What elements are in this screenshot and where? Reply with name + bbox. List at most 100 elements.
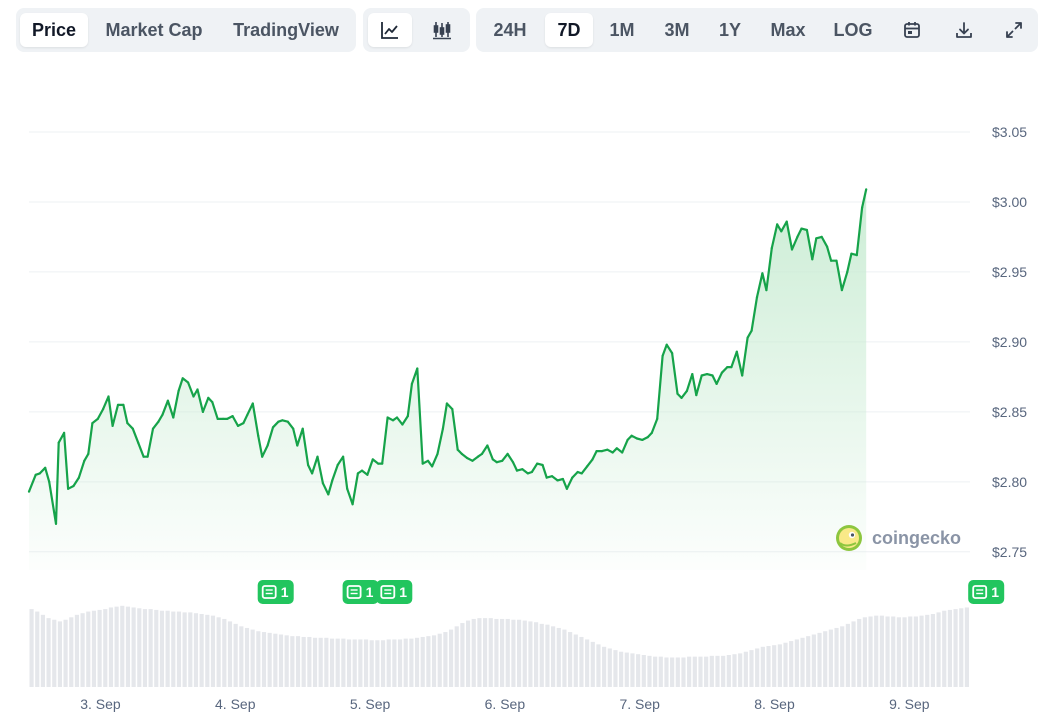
price-point — [351, 503, 354, 506]
volume-bar — [664, 657, 669, 687]
volume-bar — [930, 614, 935, 687]
volume-bar — [188, 612, 193, 687]
price-point — [855, 254, 858, 257]
price-point — [730, 366, 733, 369]
volume-bar — [522, 620, 527, 687]
volume-bar — [517, 619, 522, 687]
volume-bar — [193, 613, 199, 687]
x-tick-label: 4. Sep — [215, 696, 256, 712]
price-point — [196, 388, 199, 391]
price-point — [157, 420, 160, 423]
price-point — [676, 392, 679, 395]
price-point — [805, 228, 809, 232]
volume-bar — [159, 610, 165, 687]
price-point — [266, 444, 269, 447]
price-point — [77, 476, 80, 479]
volume-bar — [925, 614, 930, 687]
news-badge[interactable]: 1 — [376, 580, 413, 604]
price-point — [741, 374, 744, 377]
price-point — [207, 396, 210, 399]
volume-bar — [511, 619, 516, 687]
price-point — [321, 482, 324, 485]
price-point — [242, 422, 245, 425]
price-point — [181, 377, 184, 380]
volume-bar — [335, 638, 340, 687]
x-axis: 3. Sep 4. Sep 5. Sep 6. Sep 7. Sep 8. Sep 9. S… — [80, 696, 930, 712]
price-point — [530, 470, 534, 474]
price-point — [621, 451, 624, 454]
news-badge-count: 1 — [281, 584, 289, 600]
y-tick-label: $2.85 — [992, 404, 1027, 420]
price-point — [246, 413, 249, 416]
price-point — [216, 417, 219, 420]
volume-bar — [551, 626, 556, 687]
volume-bar — [290, 636, 295, 687]
price-point — [796, 235, 799, 238]
price-point — [226, 417, 229, 420]
volume-bar — [568, 632, 573, 687]
price-point — [131, 427, 134, 430]
volume-bar — [216, 617, 221, 687]
volume-bar — [52, 619, 57, 687]
price-area — [27, 189, 868, 570]
volume-bar — [704, 656, 709, 687]
volume-bar — [698, 656, 703, 687]
volume-bar — [29, 609, 34, 687]
volume-bar — [953, 609, 958, 687]
price-point — [551, 475, 554, 478]
volume-bar — [789, 641, 794, 687]
price-point — [346, 487, 349, 490]
volume-bar — [534, 622, 539, 687]
volume-bar — [947, 609, 952, 687]
price-point — [301, 427, 304, 430]
x-tick-label: 6. Sep — [485, 696, 526, 712]
volume-bar — [647, 655, 652, 687]
price-point — [116, 403, 120, 406]
volume-bar — [692, 656, 697, 687]
coingecko-wordmark: coingecko — [872, 528, 961, 548]
price-point — [137, 441, 140, 444]
price-point — [311, 472, 314, 475]
price-point — [815, 237, 818, 240]
price-point — [545, 476, 548, 479]
volume-bar — [284, 635, 289, 687]
volume-bar — [891, 616, 896, 687]
volume-bar — [783, 642, 788, 687]
price-point — [96, 417, 99, 420]
price-point — [580, 472, 583, 475]
volume-bar — [142, 609, 148, 687]
price-point — [48, 480, 51, 483]
price-point — [491, 458, 494, 461]
price-point — [336, 463, 339, 467]
price-point — [107, 395, 110, 398]
news-badge[interactable]: 1 — [342, 580, 379, 604]
price-point — [685, 389, 689, 392]
price-point — [366, 473, 369, 476]
x-tick-label: 7. Sep — [619, 696, 660, 712]
volume-bar — [942, 610, 947, 687]
y-tick-label: $2.95 — [992, 264, 1027, 280]
volume-bar — [760, 646, 765, 687]
volume-bar — [959, 608, 964, 687]
volume-bar — [879, 615, 884, 687]
price-point — [770, 247, 773, 250]
price-point — [480, 452, 484, 455]
news-badge[interactable]: 1 — [968, 580, 1005, 604]
price-point — [172, 416, 175, 419]
volume-bar — [431, 635, 437, 687]
volume-bar — [250, 629, 255, 687]
price-point — [606, 448, 609, 451]
volume-bar — [573, 634, 578, 687]
price-point — [436, 452, 439, 455]
volume-bar — [227, 621, 233, 687]
y-tick-label: $2.90 — [992, 334, 1027, 350]
news-badge[interactable]: 1 — [257, 580, 294, 604]
price-point — [486, 444, 489, 447]
volume-bar — [465, 620, 471, 687]
volume-bar — [375, 640, 380, 687]
volume-bar — [363, 639, 369, 687]
price-point — [257, 434, 260, 437]
volume-bar — [329, 638, 335, 687]
volume-bar — [301, 636, 306, 687]
volume-bar — [658, 656, 663, 687]
